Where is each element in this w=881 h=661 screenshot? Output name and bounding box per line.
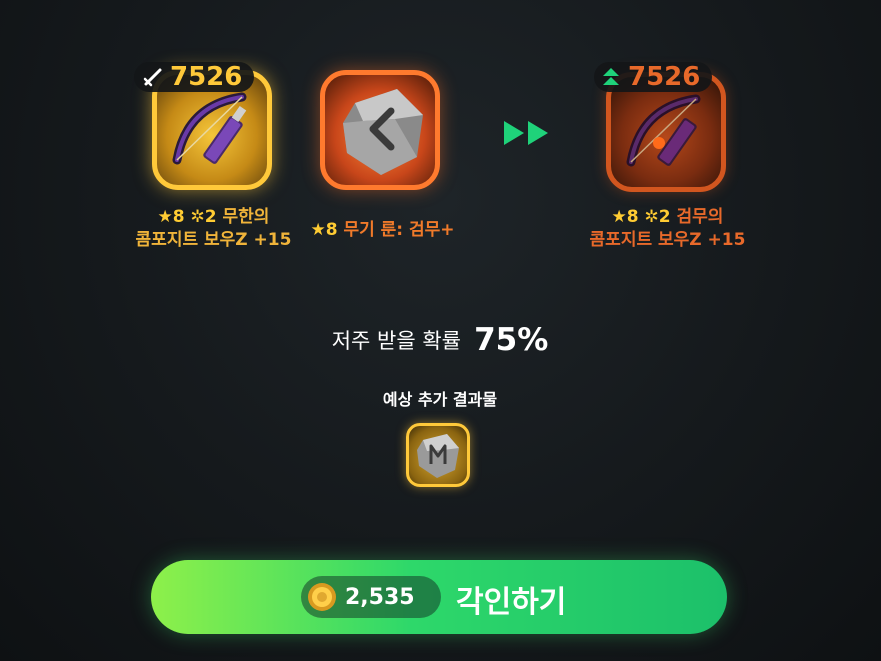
rune-item-label: ★8 무기 룬: 검무+ [300,219,465,242]
source-enchant: ✲2 [190,207,217,227]
rune-slot[interactable] [320,70,440,190]
source-power-value: 7526 [170,62,243,92]
result-power-value: 7526 [628,62,701,92]
cost-pill: 2,535 [301,576,441,618]
engrave-button[interactable]: 2,535 각인하기 [151,560,727,634]
result-power-badge: 7526 [594,62,713,92]
source-power-badge: 7526 [134,62,255,92]
engrave-label: 각인하기 [456,585,567,620]
source-name-line1: 무한의 [222,207,270,227]
rune-stars: ★8 [310,220,338,240]
result-item-label: ★8 ✲2 검무의 콤포지트 보우Z +15 [580,206,755,252]
rune-name: 무기 룬: 검무+ [343,220,455,240]
source-item-label: ★8 ✲2 무한의 콤포지트 보우Z +15 [126,206,301,252]
cost-value: 2,535 [345,584,415,610]
source-stars: ★8 [157,207,185,227]
upgrade-arrow-icon [603,68,619,85]
bow-icon [626,94,701,167]
fast-forward-arrow-icon [504,121,548,145]
rune-stone-icon [417,434,459,478]
curse-label: 저주 받을 확률 [331,329,461,353]
curse-probability: 저주 받을 확률 75% [300,322,580,358]
sword-icon [143,68,162,87]
source-name-line2: 콤포지트 보우Z +15 [135,230,292,250]
result-stars: ★8 [611,207,639,227]
result-name-line1: 검무의 [676,207,724,227]
result-name-line2: 콤포지트 보우Z +15 [589,230,746,250]
extra-result-label: 예상 추가 결과물 [382,390,498,409]
result-enchant: ✲2 [644,207,671,227]
extra-result-slot[interactable] [406,423,470,487]
rune-stone-icon [343,89,423,175]
curse-value: 75% [474,322,549,358]
gold-coin-icon [308,583,336,611]
